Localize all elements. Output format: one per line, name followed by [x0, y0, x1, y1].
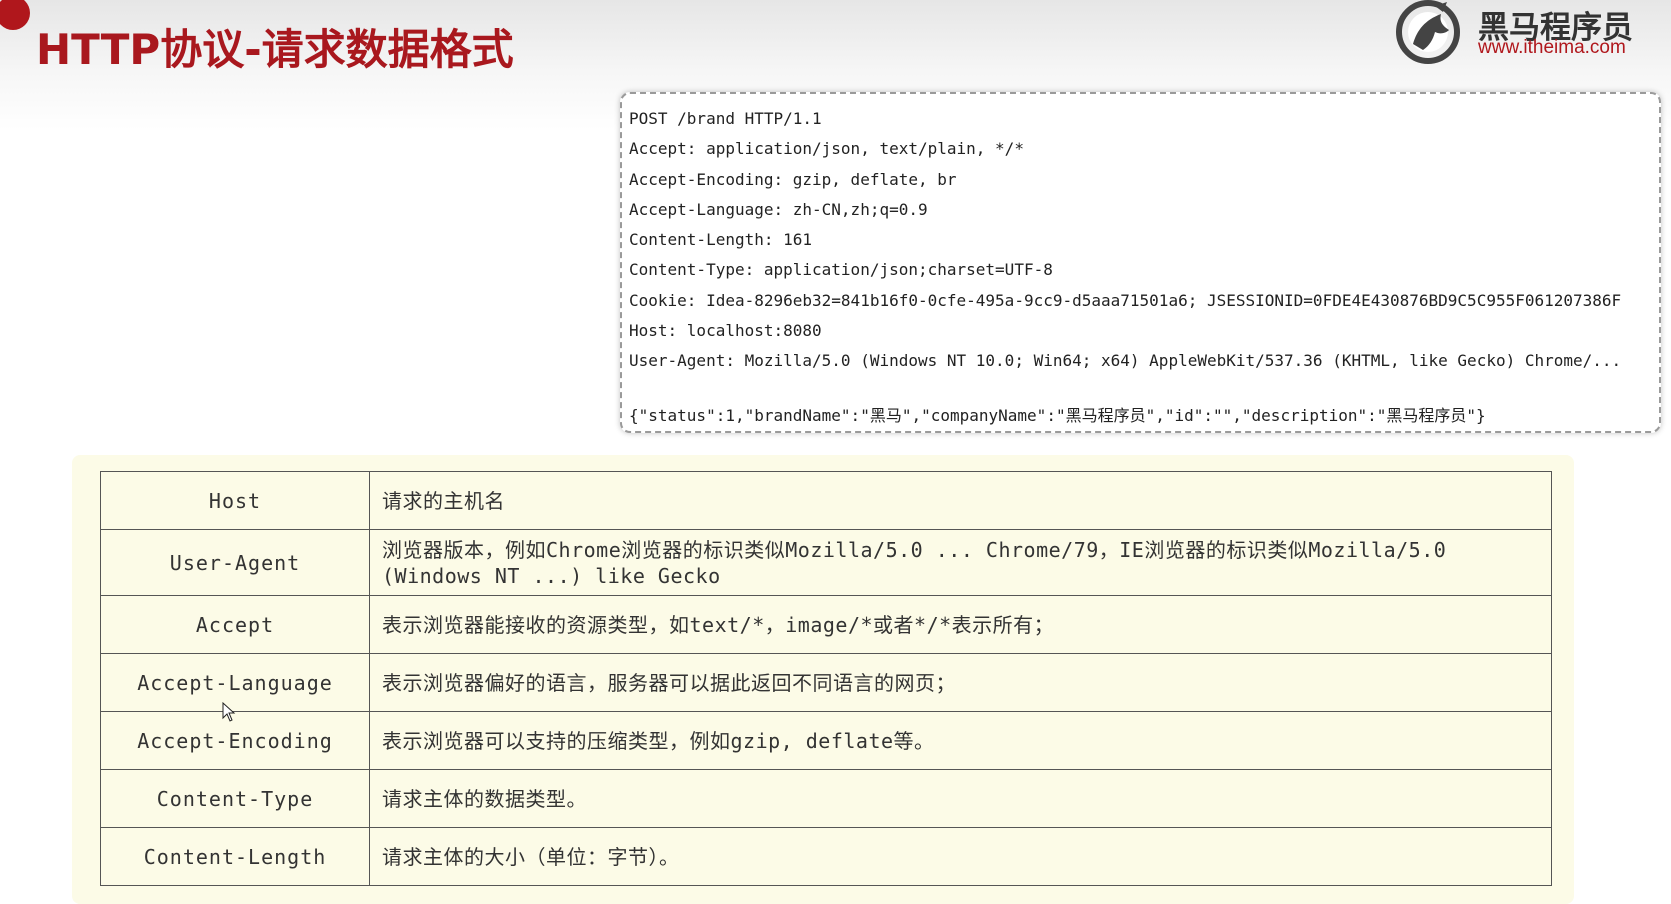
request-header-line: Accept-Encoding: gzip, deflate, br: [629, 169, 957, 189]
table-row: Content-Type 请求主体的数据类型。: [100, 769, 1552, 828]
mouse-cursor-icon: [222, 702, 236, 722]
table-row: Content-Length 请求主体的大小（单位：字节）。: [100, 827, 1552, 886]
brand-logo: 黑马程序员 www.itheima.com: [1395, 0, 1671, 66]
request-header-line: Content-Length: 161: [629, 230, 813, 250]
request-header-line: Host: localhost:8080: [629, 321, 822, 341]
table-row: Accept-Language 表示浏览器偏好的语言，服务器可以据此返回不同语言…: [100, 653, 1552, 712]
request-headers-table: Host 请求的主机名 User-Agent 浏览器版本，例如Chrome浏览器…: [100, 471, 1552, 886]
header-description: 请求主体的数据类型。: [369, 769, 1552, 828]
header-name: Accept: [100, 595, 370, 654]
header-name: Content-Length: [100, 827, 370, 886]
logo-horse-icon: [1396, 0, 1460, 64]
request-line: POST /brand HTTP/1.1: [629, 109, 822, 128]
header-description: 表示浏览器偏好的语言，服务器可以据此返回不同语言的网页；: [369, 653, 1552, 712]
header-description: 请求主体的大小（单位：字节）。: [369, 827, 1552, 886]
table-row: Accept-Encoding 表示浏览器可以支持的压缩类型，例如gzip, d…: [100, 711, 1552, 770]
http-request-example: POST /brand HTTP/1.1 Accept: application…: [620, 92, 1661, 433]
header-name: User-Agent: [100, 529, 370, 596]
request-header-line: Cookie: Idea-8296eb32=841b16f0-0cfe-495a…: [629, 290, 1622, 310]
header-description: 表示浏览器能接收的资源类型，如text/*，image/*或者*/*表示所有；: [369, 595, 1552, 654]
slide-title: HTTP协议-请求数据格式: [36, 25, 514, 74]
header-description: 请求的主机名: [369, 471, 1552, 530]
header-name: Host: [100, 471, 370, 530]
logo-url: www.itheima.com: [1478, 37, 1626, 58]
table-row: User-Agent 浏览器版本，例如Chrome浏览器的标识类似Mozilla…: [100, 529, 1552, 596]
table-row: Accept 表示浏览器能接收的资源类型，如text/*，image/*或者*/…: [100, 595, 1552, 654]
table-row: Host 请求的主机名: [100, 471, 1552, 530]
header-name: Content-Type: [100, 769, 370, 828]
header-description: 表示浏览器可以支持的压缩类型，例如gzip, deflate等。: [369, 711, 1552, 770]
request-header-line: Content-Type: application/json;charset=U…: [629, 260, 1053, 280]
header-description: 浏览器版本，例如Chrome浏览器的标识类似Mozilla/5.0 ... Ch…: [369, 529, 1552, 596]
request-header-line: User-Agent: Mozilla/5.0 (Windows NT 10.0…: [629, 351, 1622, 371]
request-header-line: Accept: application/json, text/plain, */…: [629, 139, 1024, 159]
request-header-line: Accept-Language: zh-CN,zh;q=0.9: [629, 199, 928, 219]
request-body-line: {"status":1,"brandName":"黑马","companyNam…: [629, 405, 1486, 425]
